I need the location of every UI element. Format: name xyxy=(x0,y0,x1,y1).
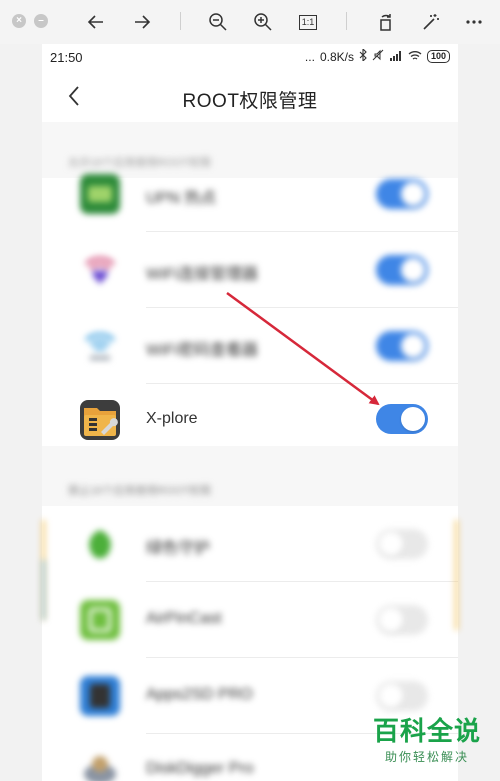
list-item[interactable]: 绿色守护 xyxy=(42,506,458,582)
apps2sd-icon xyxy=(80,676,120,716)
close-window-icon[interactable]: × xyxy=(12,14,26,28)
toggle-knob xyxy=(401,407,425,431)
network-speed: 0.8K/s xyxy=(319,49,354,64)
root-toggle[interactable] xyxy=(376,681,428,711)
root-toggle[interactable] xyxy=(376,605,428,635)
toggle-knob xyxy=(401,334,425,358)
wifi-heart-icon xyxy=(80,250,120,290)
list-item[interactable]: AirPinCast xyxy=(42,582,458,658)
page-title: ROOT权限管理 xyxy=(182,91,318,112)
root-toggle[interactable] xyxy=(376,255,428,285)
toggle-knob xyxy=(401,258,425,282)
wifi-status-icon xyxy=(408,50,422,64)
app-name: WiFi连接管理器 xyxy=(146,266,258,283)
battery-indicator: 100 xyxy=(426,50,450,63)
viewer-toolbar: × – 1:1 xyxy=(0,0,500,44)
actual-size-label: 1:1 xyxy=(298,14,318,30)
green-leaf-icon xyxy=(80,524,120,564)
toggle-knob xyxy=(379,608,403,632)
bluetooth-icon xyxy=(359,47,367,64)
arrow-left-icon[interactable] xyxy=(82,8,110,36)
status-dots: ... xyxy=(304,49,315,64)
more-icon[interactable] xyxy=(460,8,488,36)
denied-section-label: 禁止16个应用使用ROOT权限 xyxy=(68,485,212,497)
status-icons: ... 0.8K/s 100 xyxy=(304,47,450,64)
root-toggle[interactable] xyxy=(376,331,428,361)
status-bar: 21:50 ... 0.8K/s 100 xyxy=(42,44,458,70)
diskdigger-icon xyxy=(80,750,120,781)
airpincast-icon xyxy=(80,600,120,640)
zoom-out-icon[interactable] xyxy=(204,8,232,36)
watermark-title: 百科全说 xyxy=(372,716,481,746)
rotate-icon[interactable] xyxy=(372,8,400,36)
list-item-x-plore[interactable]: X-plore xyxy=(42,384,458,460)
root-toggle-x-plore[interactable] xyxy=(376,404,428,434)
app-name: X-plore xyxy=(146,410,198,427)
toggle-knob xyxy=(401,182,425,206)
app-name: DiskDigger Pro xyxy=(146,760,254,777)
root-toggle[interactable] xyxy=(376,529,428,559)
green-app-icon xyxy=(80,174,120,214)
x-plore-icon xyxy=(80,400,120,440)
toggle-knob xyxy=(379,532,403,556)
wifi-icon xyxy=(80,326,120,366)
watermark-subtitle: 助你轻松解决 xyxy=(384,750,469,764)
app-name: 绿色守护 xyxy=(146,540,211,557)
toolbar-divider xyxy=(180,12,181,30)
app-name: UPN 热点 xyxy=(146,190,217,207)
app-name: Apps2SD PRO xyxy=(146,686,253,703)
phone-screen: 21:50 ... 0.8K/s 100 ROOT权限管理 允许16个应用使用R… xyxy=(42,44,458,781)
app-name: WiFi密码查看器 xyxy=(146,342,258,359)
title-bar: ROOT权限管理 xyxy=(42,70,458,122)
minimize-window-icon[interactable]: – xyxy=(34,14,48,28)
allowed-app-list: UPN 热点 WiFi连接管理器 WiFi密码查看器 X-plore xyxy=(42,174,458,446)
app-name: AirPinCast xyxy=(146,610,222,627)
magic-wand-icon[interactable] xyxy=(417,8,445,36)
toggle-knob xyxy=(379,684,403,708)
status-time: 21:50 xyxy=(50,50,83,65)
edge-strip xyxy=(455,520,458,630)
mute-icon xyxy=(372,49,384,64)
arrow-right-icon[interactable] xyxy=(128,8,156,36)
list-item[interactable]: UPN 热点 xyxy=(42,156,458,232)
edge-strip xyxy=(42,560,45,620)
watermark: 百科全说 助你轻松解决 xyxy=(368,716,486,765)
list-item[interactable]: WiFi密码查看器 xyxy=(42,308,458,384)
root-toggle[interactable] xyxy=(376,179,428,209)
actual-size-icon[interactable]: 1:1 xyxy=(294,8,322,36)
zoom-in-icon[interactable] xyxy=(249,8,277,36)
list-item[interactable]: WiFi连接管理器 xyxy=(42,232,458,308)
signal-icon xyxy=(389,50,403,64)
toolbar-divider xyxy=(346,12,347,30)
